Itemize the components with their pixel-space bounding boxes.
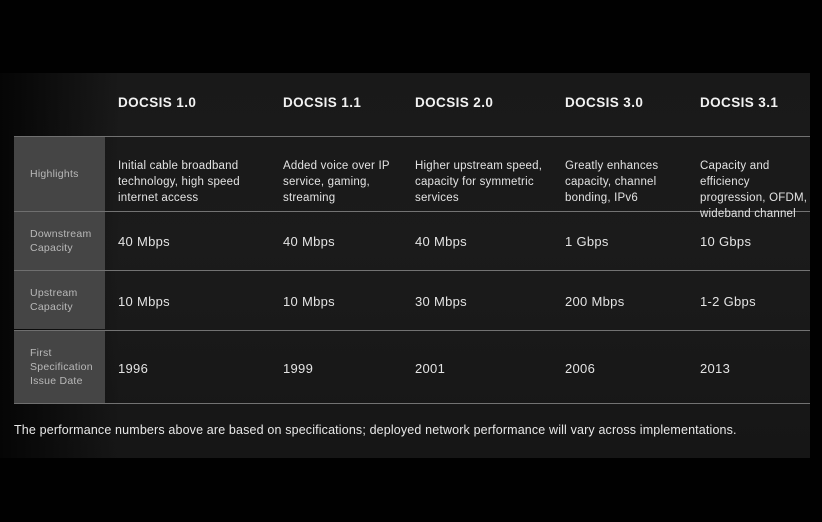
table-header-row: DOCSIS 1.0 DOCSIS 1.1 DOCSIS 2.0 DOCSIS …: [0, 73, 810, 136]
row-label-downstream-capacity: Downstream Capacity: [14, 212, 105, 270]
column-header-docsis-2-0: DOCSIS 2.0: [415, 95, 494, 110]
cell-downstream-docsis-3-1: 10 Gbps: [700, 234, 752, 249]
cell-highlights-docsis-1-1: Added voice over IP service, gaming, str…: [283, 160, 390, 204]
row-label-highlights: Highlights: [14, 137, 105, 211]
row-separator-4: [14, 330, 810, 331]
column-header-docsis-3-1: DOCSIS 3.1: [700, 95, 779, 110]
row-separator-3: [14, 270, 810, 271]
column-header-docsis-3-0: DOCSIS 3.0: [565, 95, 644, 110]
row-separator-5: [14, 403, 810, 404]
cell-upstream-docsis-3-0: 200 Mbps: [565, 294, 625, 309]
row-separator-1: [14, 136, 810, 137]
cell-highlights-docsis-3-1: Capacity and efficiency progression, OFD…: [700, 160, 808, 220]
docsis-comparison-table: DOCSIS 1.0 DOCSIS 1.1 DOCSIS 2.0 DOCSIS …: [0, 73, 822, 458]
cell-upstream-docsis-2-0: 30 Mbps: [415, 294, 467, 309]
footnote-text: The performance numbers above are based …: [14, 423, 737, 437]
cell-downstream-docsis-1-0: 40 Mbps: [118, 234, 170, 249]
cell-upstream-docsis-1-1: 10 Mbps: [283, 294, 335, 309]
column-header-docsis-1-0: DOCSIS 1.0: [118, 95, 197, 110]
row-label-upstream-capacity: Upstream Capacity: [14, 271, 105, 329]
cell-upstream-docsis-3-1: 1-2 Gbps: [700, 294, 756, 309]
cell-upstream-docsis-1-0: 10 Mbps: [118, 294, 170, 309]
cell-downstream-docsis-1-1: 40 Mbps: [283, 234, 335, 249]
cell-highlights-docsis-3-0: Greatly enhances capacity, channel bondi…: [565, 160, 659, 204]
cell-highlights-docsis-1-0: Initial cable broadband technology, high…: [118, 160, 240, 204]
column-header-docsis-1-1: DOCSIS 1.1: [283, 95, 362, 110]
cell-downstream-docsis-3-0: 1 Gbps: [565, 234, 609, 249]
cell-highlights-docsis-2-0: Higher upstream speed, capacity for symm…: [415, 160, 543, 204]
cell-downstream-docsis-2-0: 40 Mbps: [415, 234, 467, 249]
row-separator-2: [14, 211, 810, 212]
screen: DOCSIS 1.0 DOCSIS 1.1 DOCSIS 2.0 DOCSIS …: [0, 0, 822, 522]
